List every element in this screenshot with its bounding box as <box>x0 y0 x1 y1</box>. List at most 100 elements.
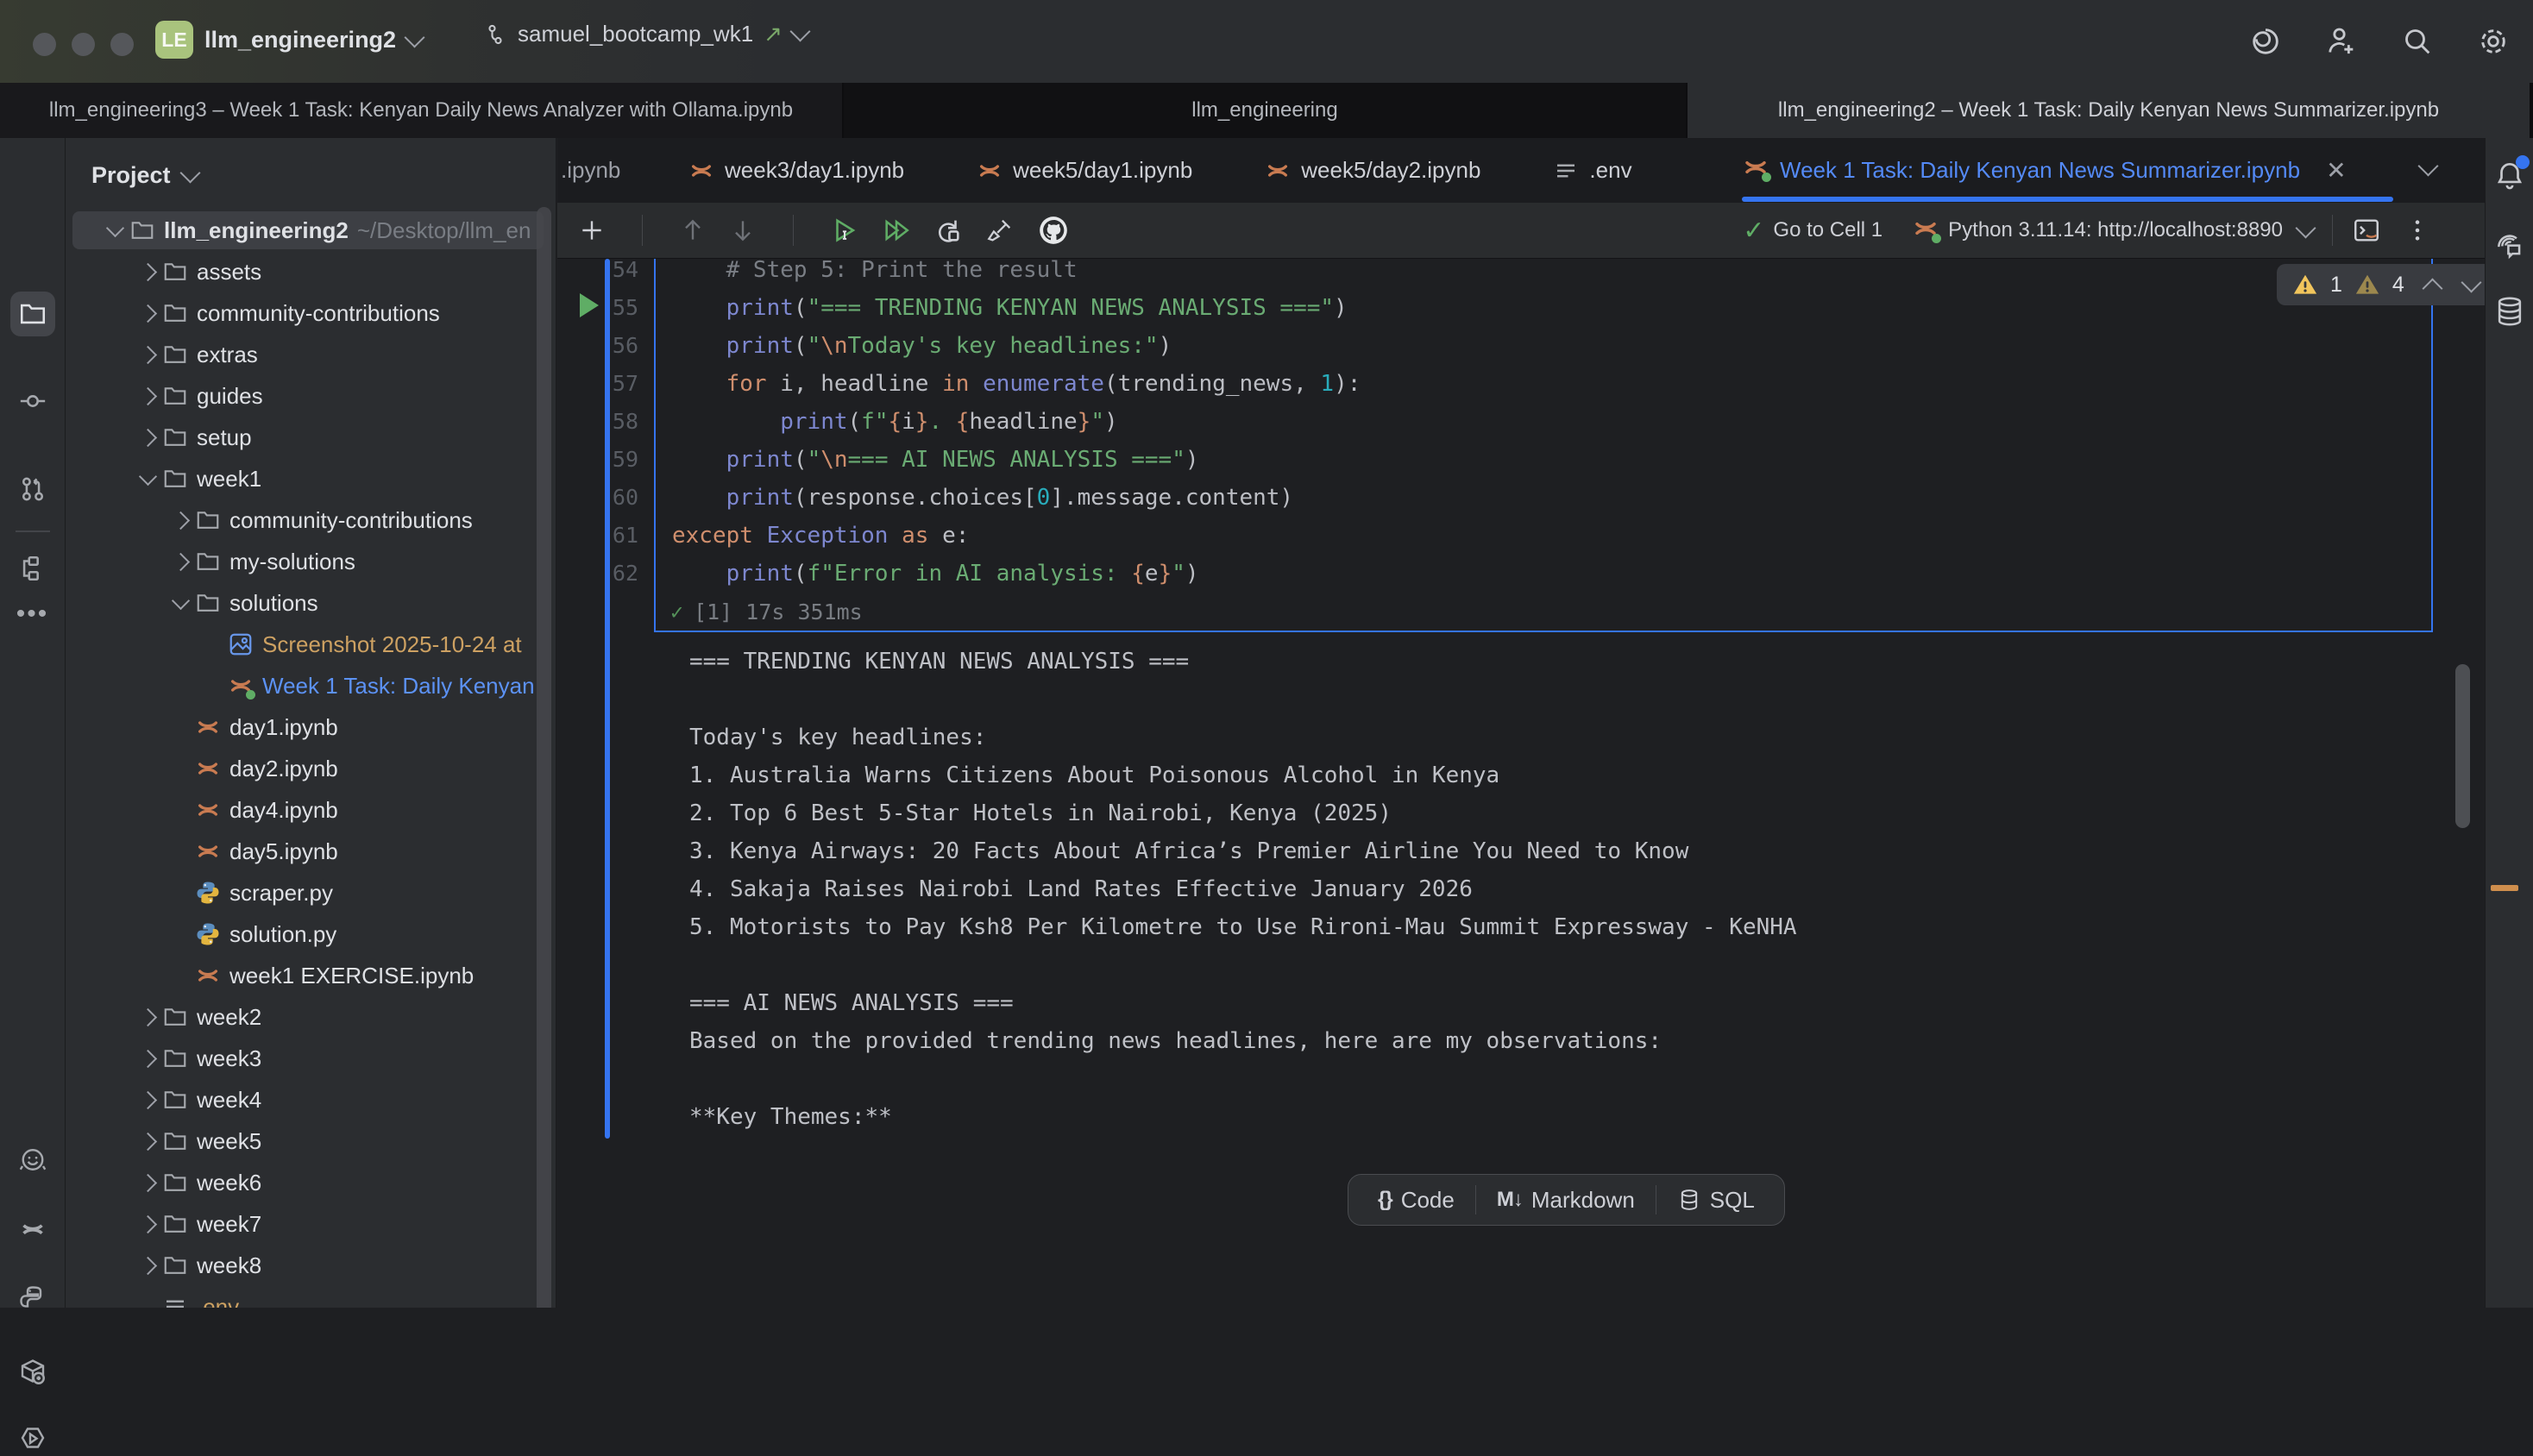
tree-item-week6[interactable]: week6 <box>66 1162 556 1203</box>
project-panel-header[interactable]: Project <box>91 162 198 189</box>
inspections-widget[interactable]: 1 4 <box>2277 264 2485 305</box>
code-line[interactable]: print(f"{i}. {headline}") <box>672 403 1118 441</box>
chevron-right-icon[interactable] <box>133 1218 162 1231</box>
chevron-right-icon[interactable] <box>133 1094 162 1107</box>
python-console-tool-icon[interactable] <box>17 1283 48 1315</box>
tree-item-week4[interactable]: week4 <box>66 1079 556 1120</box>
run-cell-icon[interactable] <box>830 216 859 245</box>
chevron-right-icon[interactable] <box>133 390 162 403</box>
add-user-icon[interactable] <box>2324 24 2359 59</box>
prev-problem-icon[interactable] <box>2422 278 2442 298</box>
pull-requests-tool-icon[interactable] <box>18 474 47 504</box>
python-packages-tool-icon[interactable] <box>17 1357 48 1388</box>
next-problem-icon[interactable] <box>2461 272 2481 292</box>
chevron-right-icon[interactable] <box>166 514 195 527</box>
window-minimize-button[interactable] <box>72 33 95 56</box>
tree-item-week5[interactable]: week5 <box>66 1120 556 1162</box>
tab-list-chevron-icon[interactable] <box>2417 155 2438 176</box>
window-zoom-button[interactable] <box>110 33 134 56</box>
chevron-right-icon[interactable] <box>133 307 162 320</box>
editor-tab-week5-day1-ipynb[interactable]: week5/day1.ipynb <box>940 138 1229 203</box>
window-tab-llm-engineering2[interactable]: llm_engineering2 – Week 1 Task: Daily Ke… <box>1688 83 2531 138</box>
structure-tool-icon[interactable] <box>18 554 47 583</box>
code-line[interactable]: print("\nToday's key headlines:") <box>672 327 1172 365</box>
move-cell-down-icon[interactable] <box>729 217 757 244</box>
chevron-down-icon[interactable] <box>100 226 129 235</box>
editor-tab--env[interactable]: .env <box>1517 138 1668 203</box>
huggingface-tool-icon[interactable] <box>17 1145 48 1177</box>
go-to-cell-button[interactable]: Go to Cell 1 <box>1773 218 1882 242</box>
tree-item-community-contributions[interactable]: community-contributions <box>66 499 556 541</box>
tree-item-solutions[interactable]: solutions <box>66 582 556 624</box>
tree-item-week1[interactable]: week1 <box>66 458 556 499</box>
ai-assistant-icon[interactable] <box>2248 24 2283 59</box>
kernel-selector[interactable]: Python 3.11.14: http://localhost:8890 <box>1948 218 2283 242</box>
chevron-right-icon[interactable] <box>133 1135 162 1148</box>
editor-tab-truncated[interactable]: .ipynb <box>561 138 620 203</box>
chevron-down-icon[interactable] <box>166 599 195 607</box>
tree-item-week3[interactable]: week3 <box>66 1038 556 1079</box>
database-tool-icon[interactable] <box>2493 295 2526 328</box>
jupyter-console-icon[interactable] <box>2352 216 2381 245</box>
tree-item-assets[interactable]: assets <box>66 251 556 292</box>
run-anything-tool-icon[interactable] <box>17 1425 48 1456</box>
chevron-right-icon[interactable] <box>133 348 162 361</box>
tree-item-setup[interactable]: setup <box>66 417 556 458</box>
tree-item-week2[interactable]: week2 <box>66 996 556 1038</box>
commit-tool-icon[interactable] <box>18 386 47 416</box>
restart-kernel-icon[interactable] <box>933 216 963 245</box>
editor-tab-week5-day2-ipynb[interactable]: week5/day2.ipynb <box>1229 138 1517 203</box>
tree-item-week1-exercise-ipynb[interactable]: week1 EXERCISE.ipynb <box>66 955 556 996</box>
add-cell-icon[interactable] <box>578 217 606 244</box>
add-sql-cell-button[interactable]: SQL <box>1656 1175 1776 1225</box>
tree-item-community-contributions[interactable]: community-contributions <box>66 292 556 334</box>
git-branch-widget[interactable]: samuel_bootcamp_wk1 ↗ <box>483 21 808 47</box>
chevron-right-icon[interactable] <box>133 266 162 279</box>
window-tab-llm-engineering[interactable]: llm_engineering <box>844 83 1688 138</box>
chevron-down-icon[interactable] <box>2295 217 2316 238</box>
code-line[interactable]: for i, headline in enumerate(trending_ne… <box>672 365 1361 403</box>
close-icon[interactable]: ✕ <box>2326 156 2346 185</box>
chevron-right-icon[interactable] <box>133 1177 162 1189</box>
tree-item-week-1-task-daily-kenyan[interactable]: Week 1 Task: Daily Kenyan <box>66 665 556 706</box>
tree-item-day2-ipynb[interactable]: day2.ipynb <box>66 748 556 789</box>
project-tool-icon[interactable] <box>10 292 55 336</box>
notebook-canvas[interactable]: 545556575859606162 # Step 5: Print the r… <box>557 259 2485 1308</box>
chevron-right-icon[interactable] <box>133 431 162 444</box>
chevron-down-icon[interactable] <box>133 474 162 483</box>
tree-item-guides[interactable]: guides <box>66 375 556 417</box>
clear-outputs-icon[interactable] <box>985 216 1015 245</box>
ai-chat-tool-icon[interactable] <box>2493 228 2526 260</box>
chevron-right-icon[interactable] <box>133 1011 162 1024</box>
tree-item--env[interactable]: .env <box>66 1286 556 1308</box>
code-line[interactable]: except Exception as e: <box>672 517 969 555</box>
project-widget[interactable]: LE llm_engineering2 <box>155 21 422 59</box>
editor-tab-active[interactable]: Week 1 Task: Daily Kenyan News Summarize… <box>1742 138 2347 203</box>
jupyter-tool-icon[interactable] <box>17 1214 48 1246</box>
run-all-cells-icon[interactable] <box>882 216 911 245</box>
gutter-run-icon[interactable] <box>580 293 599 317</box>
search-icon[interactable] <box>2400 24 2435 59</box>
project-panel-scrollbar[interactable] <box>537 207 551 1308</box>
window-tab-llm-engineering3[interactable]: llm_engineering3 – Week 1 Task: Kenyan D… <box>0 83 844 138</box>
editor-tab-week3-day1-ipynb[interactable]: week3/day1.ipynb <box>652 138 940 203</box>
tree-item-extras[interactable]: extras <box>66 334 556 375</box>
editor-scrollbar[interactable] <box>2455 664 2470 828</box>
code-line[interactable]: print("=== TRENDING KENYAN NEWS ANALYSIS… <box>672 289 1348 327</box>
chevron-right-icon[interactable] <box>133 1259 162 1272</box>
code-line[interactable]: print("\n=== AI NEWS ANALYSIS ===") <box>672 441 1199 479</box>
code-line[interactable]: # Step 5: Print the result <box>672 259 1078 289</box>
github-icon[interactable] <box>1037 214 1070 247</box>
tree-item-screenshot-2025-10-24-at[interactable]: Screenshot 2025-10-24 at <box>66 624 556 665</box>
chevron-right-icon[interactable] <box>166 555 195 568</box>
notifications-bell-icon[interactable] <box>2493 159 2526 196</box>
tree-item-day5-ipynb[interactable]: day5.ipynb <box>66 831 556 872</box>
add-code-cell-button[interactable]: {} Code <box>1357 1175 1475 1225</box>
kebab-menu-icon[interactable] <box>2404 217 2431 244</box>
tree-item-my-solutions[interactable]: my-solutions <box>66 541 556 582</box>
move-cell-up-icon[interactable] <box>679 217 707 244</box>
window-close-button[interactable] <box>33 33 56 56</box>
tree-item-week7[interactable]: week7 <box>66 1203 556 1245</box>
add-markdown-cell-button[interactable]: M↓ Markdown <box>1476 1175 1656 1225</box>
settings-gear-icon[interactable] <box>2476 24 2511 59</box>
